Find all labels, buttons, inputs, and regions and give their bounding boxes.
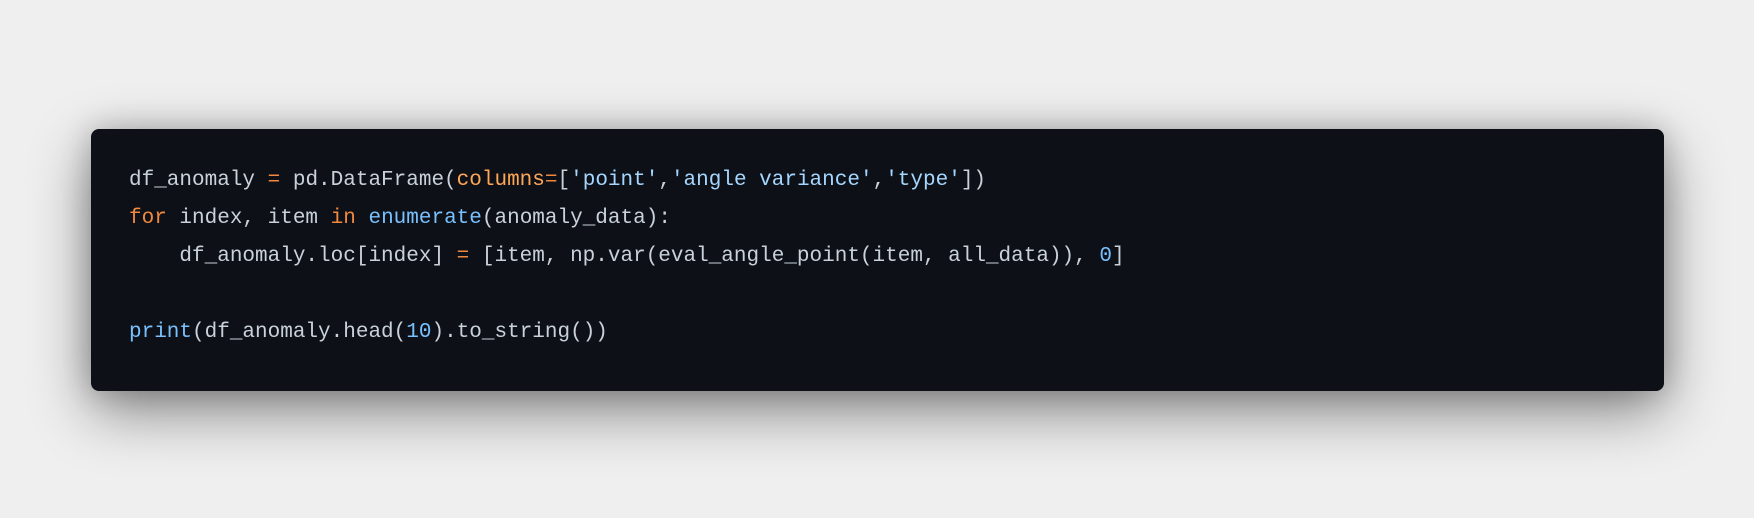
code-token-plain: index, item <box>166 207 331 230</box>
code-token-kw: for <box>129 207 167 230</box>
code-token-str: 'angle variance' <box>670 169 873 192</box>
code-token-plain: (anomaly_data): <box>481 207 671 230</box>
code-token-num: 0 <box>1099 245 1112 268</box>
code-token-plain: ]) <box>960 169 987 192</box>
code-token-plain: , <box>658 169 671 192</box>
code-token-fn: enumerate <box>368 207 482 230</box>
code-token-fn: print <box>129 321 193 344</box>
code-token-plain: , <box>872 169 886 192</box>
code-line: print(df_anomaly.head(10).to_string()) <box>129 314 1125 352</box>
code-token-str: 'point' <box>570 169 659 192</box>
code-line: for index, item in enumerate(anomaly_dat… <box>129 200 1125 238</box>
code-token-plain: ] <box>1111 245 1125 268</box>
code-token-str: 'type' <box>885 169 961 192</box>
code-token-op: = <box>544 169 558 192</box>
code-token-plain: df_anomaly <box>129 169 268 192</box>
code-content: df_anomaly = pd.DataFrame(columns=['poin… <box>129 162 1125 352</box>
code-token-param: columns <box>456 169 545 192</box>
code-token-plain: df_anomaly.loc[index] <box>129 245 457 268</box>
code-token-plain: [item, np.var(eval_angle_point(item, all… <box>469 245 1100 268</box>
code-token-plain: [ <box>557 169 571 192</box>
code-token-op: = <box>267 169 281 192</box>
code-token-op: = <box>456 245 470 268</box>
code-line: df_anomaly = pd.DataFrame(columns=['poin… <box>129 162 1125 200</box>
code-token-num: 10 <box>406 321 432 344</box>
code-token-kw: in <box>330 207 356 230</box>
code-token-plain: ).to_string()) <box>431 321 608 344</box>
code-token-plain: pd.DataFrame( <box>280 169 457 192</box>
code-block: df_anomaly = pd.DataFrame(columns=['poin… <box>91 129 1664 391</box>
code-token-plain: (df_anomaly.head( <box>192 321 407 344</box>
code-line: df_anomaly.loc[index] = [item, np.var(ev… <box>129 238 1125 276</box>
